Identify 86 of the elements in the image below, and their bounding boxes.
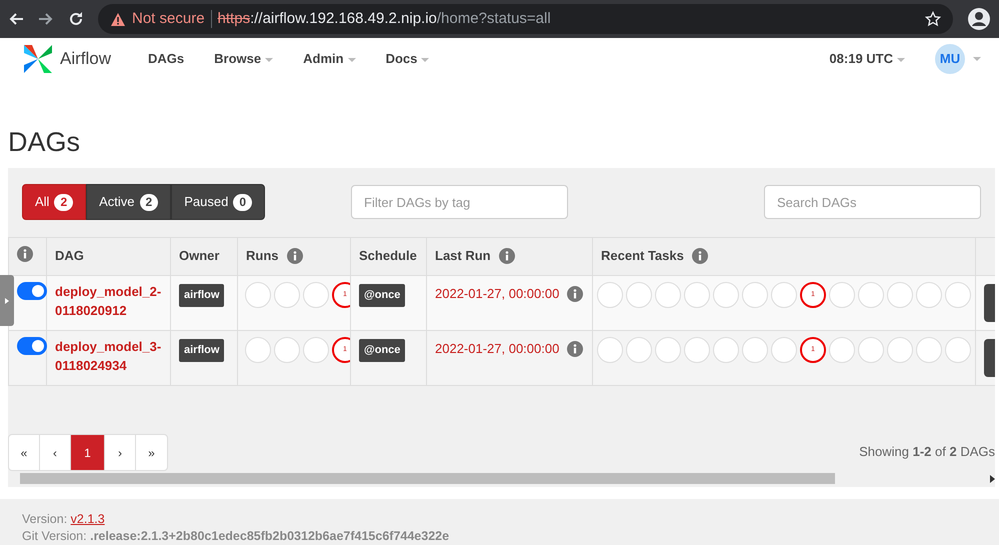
status-circle[interactable] [655,337,681,363]
sidebar-toggle[interactable] [0,275,14,326]
column-header: Runs [246,247,278,265]
status-circle[interactable] [245,337,271,363]
address-bar[interactable]: Not secure https://airflow.192.168.49.2.nip.io/home?status=all [98,4,953,34]
forward-icon[interactable] [38,11,54,27]
info-icon[interactable] [692,248,708,264]
security-label: Not secure [132,8,205,29]
status-circle[interactable] [887,337,913,363]
count-badge: 0 [233,194,252,210]
pagination-summary: Showing 1-2 of 2 DAGs [859,443,995,461]
status-circle[interactable] [274,282,300,308]
git-version-text: Git Version: .release:2.1.3+2b80c1edec85fb2b0312b6ae7f415c6f744e322e [22,528,450,545]
column-header: Owner [179,247,220,265]
column-header: DAG [55,247,84,265]
status-circle[interactable] [655,282,681,308]
status-circle[interactable] [945,282,971,308]
search-field[interactable]: Search DAGs [764,185,981,219]
status-tab[interactable]: All 2 [22,184,86,220]
status-circle[interactable] [684,282,710,308]
profile-icon[interactable] [967,7,991,31]
column-header: Last Run [435,247,491,265]
reload-icon[interactable] [68,11,84,27]
tag-filter-field[interactable]: Filter DAGs by tag [351,185,568,219]
version-label: Version: [22,512,68,526]
status-circle[interactable] [626,282,652,308]
status-circle[interactable] [597,282,623,308]
status-circle[interactable] [771,282,797,308]
page-link-item[interactable]: › [105,435,136,470]
status-tab[interactable]: Active 2 [86,184,172,220]
status-circle[interactable] [916,282,942,308]
column-header: Schedule [359,247,417,265]
page-link-item[interactable]: « [9,435,40,470]
nav-menu-item[interactable]: DAGs [133,49,200,69]
url-text: https://airflow.192.168.49.2.nip.io/home?status=all [218,8,551,29]
info-icon[interactable] [286,248,302,264]
status-circle[interactable] [945,337,971,363]
toggle-switch[interactable] [17,337,47,355]
status-circle[interactable] [858,337,884,363]
status-circle[interactable] [245,282,271,308]
status-circle[interactable] [771,337,797,363]
count-badge: 2 [140,194,158,210]
owner-tag[interactable]: airflow [179,339,224,362]
status-circle[interactable] [713,337,739,363]
status-circle[interactable] [916,337,942,363]
nav-menu-item[interactable]: Admin [288,49,371,69]
info-icon[interactable] [17,246,33,262]
status-tab[interactable]: Paused 0 [171,184,266,220]
version-link[interactable]: v2.1.3 [70,512,105,526]
schedule-tag: @once [359,339,406,362]
status-circle[interactable] [742,337,768,363]
scrollbar-thumb[interactable] [20,473,835,484]
status-circle[interactable] [829,282,855,308]
owner-tag[interactable]: airflow [179,284,224,306]
count-badge: 2 [54,194,74,210]
last-run-date: 2022-01-27, 00:00:00 [435,340,560,358]
nav-menu-item[interactable]: Browse [199,49,288,69]
status-circle[interactable] [713,282,739,308]
page-link-item[interactable]: 1 [71,435,105,470]
status-circle[interactable] [303,337,329,363]
status-circle[interactable] [742,282,768,308]
clock-menu[interactable]: 08:19 UTC [814,49,935,69]
column-header: Recent Tasks [601,247,684,265]
brand-name[interactable]: Airflow [60,46,112,72]
schedule-tag: @once [359,284,406,306]
nav-menu-item[interactable]: Docs [370,49,444,69]
scroll-right-icon[interactable] [990,474,995,482]
status-circle[interactable] [274,337,300,363]
page-title: DAGs [8,126,82,158]
status-circle[interactable] [829,337,855,363]
last-run-date: 2022-01-27, 00:00:00 [435,285,560,303]
back-icon[interactable] [8,11,24,27]
toggle-switch[interactable] [17,282,47,300]
info-icon[interactable] [567,286,584,302]
status-circle[interactable] [597,337,623,363]
info-icon[interactable] [567,340,584,357]
status-circle[interactable] [887,282,913,308]
status-circle[interactable] [858,282,884,308]
status-circle[interactable] [626,337,652,363]
page-link-item[interactable]: » [136,435,167,470]
info-icon[interactable] [498,248,515,264]
caret-icon[interactable] [973,57,981,61]
status-circle[interactable] [303,282,329,308]
status-circle[interactable] [684,337,710,363]
warning-icon [110,12,126,26]
bookmark-star-icon[interactable] [925,11,941,27]
